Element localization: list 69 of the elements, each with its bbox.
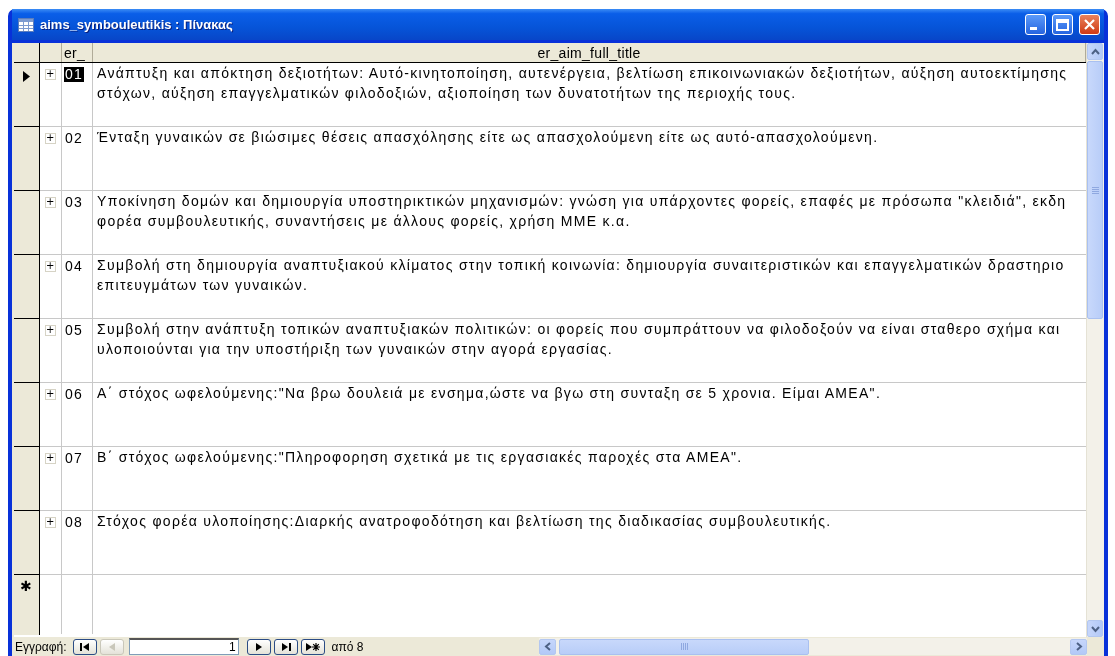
- expand-toggle[interactable]: +: [45, 389, 56, 400]
- record-count: από 8: [331, 639, 364, 654]
- close-button[interactable]: [1079, 14, 1100, 35]
- table-cell: 01: [64, 67, 85, 82]
- chevron-up-icon: [1090, 47, 1100, 56]
- record-selector[interactable]: [14, 319, 40, 383]
- table-cell: Α΄ στόχος ωφελούμενης:"Να βρω δουλειά με ενσημα,ώστε να βγω στη συνταξη σε 5 χρονια. Είμαι ΑΜΕΑ".: [97, 386, 882, 401]
- expand-toggle[interactable]: +: [45, 453, 56, 464]
- record-selector[interactable]: [14, 191, 40, 255]
- table-cell: Στόχος φορέα υλοποίησης:Διαρκής ανατροφοδότηση και βελτίωση της διαδικασίας συμβουλευτικής.: [97, 514, 832, 529]
- scroll-up-button[interactable]: [1087, 43, 1103, 60]
- table-cell: 06: [64, 387, 85, 402]
- record-selector[interactable]: [14, 255, 40, 319]
- record-label: Εγγραφή:: [15, 639, 67, 654]
- table-cell: 03: [64, 195, 85, 210]
- table-cell: Ένταξη γυναικών σε βιώσιμες θέσεις απασχόλησης είτε ως απασχολούμενη είτε ως αυτό-απασχολούμενη.: [97, 130, 879, 145]
- maximize-icon: [1056, 18, 1069, 31]
- scroll-right-button[interactable]: [1070, 638, 1087, 655]
- scrollbar-thumb[interactable]: [559, 638, 809, 655]
- maximize-button[interactable]: [1052, 14, 1073, 35]
- record-selector[interactable]: [14, 63, 40, 127]
- table-cell: Β΄ στόχος ωφελούμενης:"Πληροφορηση σχετικά με τις εργασιακές παροχές στα ΑΜΕΑ".: [97, 450, 743, 465]
- window-title: aims_symbouleutikis : Πίνακας: [40, 17, 234, 32]
- last-record-button[interactable]: [273, 638, 298, 655]
- table-icon: [18, 17, 34, 32]
- chevron-right-icon: [1074, 642, 1083, 651]
- record-selector[interactable]: [14, 127, 40, 191]
- scroll-down-button[interactable]: [1087, 620, 1103, 637]
- expand-toggle[interactable]: +: [45, 517, 56, 528]
- expand-toggle[interactable]: +: [45, 69, 56, 80]
- column-header[interactable]: er_aim_full_title: [93, 43, 1086, 62]
- record-number-field[interactable]: 1: [128, 638, 239, 655]
- minimize-icon: [1030, 27, 1037, 30]
- table-cell: Συμβολή στην ανάπτυξη τοπικών αναπτυξιακών πολιτικών: οι φορείς που συμπράττουν να φιλοδοξούν να είναι σταθερο σχήμα και υλοποιούνται για την υποστήριξη των γυναικών στην αγορά εργασίας.: [97, 322, 1061, 357]
- expand-toggle[interactable]: +: [45, 133, 56, 144]
- next-record-button[interactable]: [246, 638, 271, 655]
- expand-toggle[interactable]: +: [45, 197, 56, 208]
- scrollbar-thumb[interactable]: [1087, 61, 1103, 319]
- table-cell: 02: [64, 131, 85, 146]
- triangle-right-icon: [253, 641, 264, 652]
- minimize-button[interactable]: [1025, 14, 1046, 35]
- column-header[interactable]: er_: [62, 43, 93, 62]
- table-cell: Συμβολή στη δημιουργία αναπτυξιακού κλίματος στην τοπική κοινωνία: δημιουργία συναιτεριστικών και επαγγελματικών δραστηριο επιτευγμάτων των γυναικών.: [97, 258, 1065, 293]
- chevron-down-icon: [1090, 624, 1100, 633]
- record-selector[interactable]: [14, 447, 40, 511]
- skip-back-icon: [79, 641, 90, 652]
- close-icon: [1083, 18, 1096, 31]
- table-cell: 04: [64, 259, 85, 274]
- grip-icon: [1091, 186, 1099, 194]
- table-cell: Υποκίνηση δομών και δημιουργία υποστηρικτικών μηχανισμών: γνώση για υπάρχοντες φορείς, επαφές με πρόσωπα "κλειδιά", εκδη φορέα συμβουλευτικής, συναντήσεις με άλλους φορείς, χρήση ΜΜΕ κ.α.: [97, 194, 1067, 229]
- table-cell: 07: [64, 451, 85, 466]
- new-record-button[interactable]: [300, 638, 325, 655]
- record-selector[interactable]: [14, 383, 40, 447]
- table-cell: 08: [64, 515, 85, 530]
- chevron-left-icon: [543, 642, 552, 651]
- table-cell: Ανάπτυξη και απόκτηση δεξιοτήτων: Αυτό-κινητοποίηση, αυτενέργεια, βελτίωση επικοινωνιακών δεξιοτήτων, αύξηση αυτοεκτίμησης στόχων, αύξηση επαγγελματικών φιλοδοξιών, αξιοποίηση των δυνατοτήτων της περιοχής τους.: [97, 66, 1068, 101]
- header-corner[interactable]: [14, 43, 40, 63]
- new-record-marker: ✱: [20, 578, 33, 594]
- table-cell: 05: [64, 323, 85, 338]
- skip-forward-icon: [280, 641, 291, 652]
- expand-toggle[interactable]: +: [45, 325, 56, 336]
- current-record-icon: [23, 71, 30, 82]
- record-selector[interactable]: [14, 511, 40, 575]
- expand-toggle[interactable]: +: [45, 261, 56, 272]
- grip-icon: [680, 643, 688, 650]
- record-selector[interactable]: ✱: [14, 575, 40, 635]
- new-record-icon: [305, 641, 320, 652]
- scroll-left-button[interactable]: [539, 638, 556, 655]
- first-record-button[interactable]: [72, 638, 97, 655]
